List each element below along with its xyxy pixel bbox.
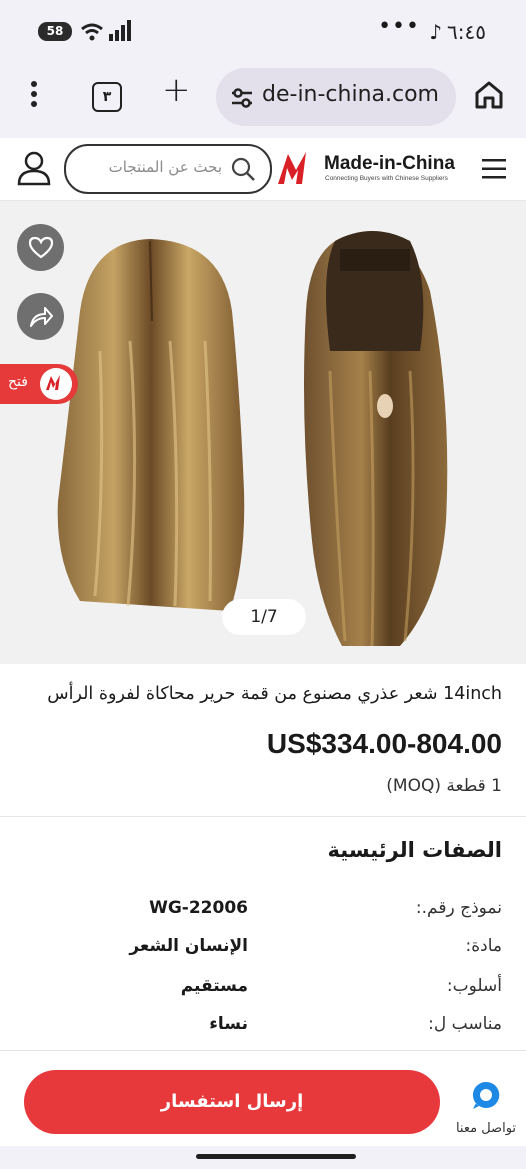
clock: ٦:٤٥ — [447, 20, 486, 44]
site-header: بحث عن المنتجات Made-in-China Connecting… — [0, 138, 526, 201]
browser-toolbar: ٣ + de-in-china.com — [0, 62, 526, 139]
bottom-action-bar: إرسال استفسار تواصل معنا — [0, 1050, 526, 1147]
battery-indicator: 58 — [38, 22, 72, 41]
attribute-value: مستقيم — [180, 976, 248, 996]
attribute-row-model: نموذج رقم.: WG-22006 — [22, 898, 502, 928]
contact-us-button[interactable]: تواصل معنا — [454, 1079, 518, 1136]
tab-switcher-button[interactable]: ٣ — [92, 82, 122, 112]
new-tab-icon[interactable]: + — [162, 70, 191, 110]
user-account-icon[interactable] — [16, 150, 52, 186]
share-arrow-icon — [30, 307, 53, 327]
chat-bubble-icon — [472, 1081, 500, 1109]
notification-dots-icon: ••• — [378, 14, 420, 39]
search-placeholder: بحث عن المنتجات — [108, 158, 222, 176]
key-attributes-heading: الصفات الرئيسية — [327, 838, 502, 862]
product-price: US$334.00-804.00 — [266, 728, 502, 759]
contact-us-label: تواصل معنا — [455, 1121, 517, 1136]
mic-app-logo-icon — [40, 368, 72, 400]
attribute-value: نساء — [209, 1014, 248, 1034]
send-inquiry-button[interactable]: إرسال استفسار — [24, 1070, 440, 1134]
open-app-label: فتح — [8, 374, 28, 390]
product-image-gallery[interactable]: فتح 1/7 — [0, 201, 526, 664]
browser-menu-icon[interactable] — [22, 78, 46, 114]
open-app-tag[interactable]: فتح — [0, 364, 78, 404]
favorite-button[interactable] — [17, 224, 64, 271]
logo-tagline: Connecting Buyers with Chinese Suppliers — [325, 175, 448, 182]
attribute-value: الإنسان الشعر — [129, 936, 248, 956]
system-navigation-bar — [0, 1146, 526, 1169]
made-in-china-logo[interactable]: Made-in-China Connecting Buyers with Chi… — [278, 150, 455, 190]
attribute-row-style: أسلوب: مستقيم — [22, 976, 502, 1006]
wifi-icon — [81, 23, 103, 41]
attribute-label: نموذج رقم.: — [415, 898, 502, 918]
search-input[interactable]: بحث عن المنتجات — [64, 144, 272, 194]
attribute-label: مناسب ل: — [428, 1014, 502, 1034]
product-title: 14inch شعر عذري مصنوع من قمة حرير محاكاة… — [47, 684, 502, 704]
signal-icon — [109, 20, 131, 41]
home-icon[interactable] — [474, 80, 504, 110]
minimum-order-quantity: 1 قطعة (MOQ) — [386, 776, 502, 796]
divider — [0, 816, 526, 817]
address-bar[interactable]: de-in-china.com — [216, 68, 456, 126]
gesture-handle[interactable] — [196, 1154, 356, 1159]
site-settings-icon[interactable] — [230, 86, 254, 110]
url-text: de-in-china.com — [262, 82, 439, 107]
hamburger-menu-icon[interactable] — [482, 158, 506, 180]
attribute-value: WG-22006 — [149, 898, 248, 918]
attribute-row-material: مادة: الإنسان الشعر — [22, 936, 502, 966]
search-icon[interactable] — [230, 156, 256, 182]
logo-m-icon — [278, 152, 306, 184]
tiktok-icon: ♪ — [429, 20, 442, 44]
attribute-label: أسلوب: — [446, 976, 502, 996]
attribute-label: مادة: — [465, 936, 503, 956]
product-image-wig — [57, 231, 448, 647]
heart-icon — [28, 236, 54, 259]
logo-text: Made-in-China — [324, 153, 455, 174]
image-counter: 1/7 — [222, 599, 306, 635]
attribute-row-suitable-for: مناسب ل: نساء — [22, 1014, 502, 1044]
status-bar: 58 ••• ♪ ٦:٤٥ — [0, 0, 526, 62]
share-button[interactable] — [17, 293, 64, 340]
